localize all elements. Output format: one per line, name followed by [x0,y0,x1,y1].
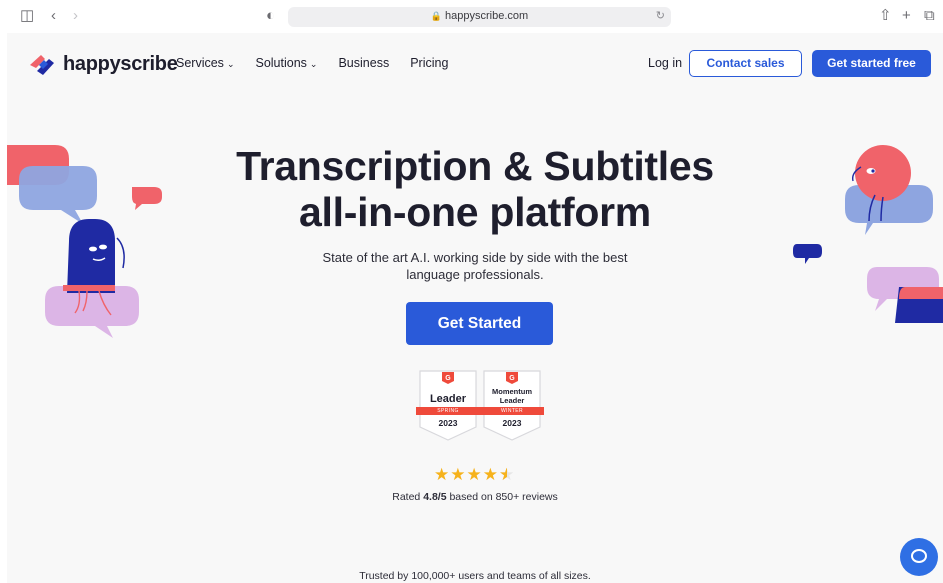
badge-shield-icon: G [483,370,541,441]
brand-logo[interactable]: happyscribe [27,50,178,78]
nav-solutions-label: Solutions [255,56,307,70]
chevron-down-icon: ⌄ [309,59,318,69]
new-tab-icon[interactable]: + [902,8,911,24]
contact-sales-button[interactable]: Contact sales [689,50,802,77]
star-icon: ★ [466,465,483,484]
privacy-shield-icon[interactable]: ◐ [266,8,275,24]
tabs-overview-icon[interactable]: ⧉ [924,8,935,24]
badge-season: SPRING [416,407,480,415]
address-url: happyscribe.com [445,10,529,22]
svg-text:G: G [509,375,515,382]
site-header: happyscribe Services ⌄ Solutions ⌄ Busines… [7,33,943,93]
lock-icon: 🔒 [430,11,443,21]
rating-prefix: Rated [392,491,424,503]
badge-year: 2023 [502,418,522,428]
chevron-down-icon: ⌄ [226,59,235,69]
badge-shield-icon: G [419,370,477,441]
main-nav: Services ⌄ Solutions ⌄ Business Pricing [176,56,469,70]
nav-pricing[interactable]: Pricing [410,56,448,70]
badge-year: 2023 [438,418,458,428]
trusted-by-text: Trusted by 100,000+ users and teams of a… [359,570,591,582]
happyscribe-logo-icon [30,55,54,75]
nav-services[interactable]: Services ⌄ [176,56,234,70]
rating-suffix: based on 850+ reviews [446,491,558,503]
hero-title-line2: all-in-one platform [299,189,651,235]
half-star-icon: ★★ [499,465,516,484]
hero-title: Transcription & Subtitles all-in-one pla… [7,143,943,235]
translate-reload-icon[interactable]: ↻ [656,9,665,22]
back-icon[interactable]: ‹ [51,8,56,24]
g2-badge-momentum-leader: G Momentum Leader WINTER 2023 [480,370,544,441]
badge-title: Momentum Leader [492,387,532,405]
get-started-button[interactable]: Get Started [406,302,553,345]
badge-title: Leader [429,393,467,405]
svg-text:G: G [445,375,451,382]
address-bar[interactable]: 🔒 happyscribe.com ↻ [288,7,671,27]
login-link[interactable]: Log in [648,56,682,70]
rating-stars: ★★★★★★ [434,465,515,485]
forward-icon[interactable]: › [73,8,78,24]
brand-name: happyscribe [63,52,178,75]
hero-subtitle: State of the art A.I. working side by si… [322,250,628,282]
get-started-free-button[interactable]: Get started free [812,50,931,77]
browser-toolbar: ◫ ‹ › ◐ 🔒 happyscribe.com ↻ ⇧ + ⧉ [0,0,943,33]
webpage: happyscribe Services ⌄ Solutions ⌄ Busines… [7,33,943,583]
badge-season: WINTER [480,407,544,415]
rating-score: 4.8/5 [423,491,447,503]
chat-bubble-icon [911,549,927,563]
nav-business[interactable]: Business [338,56,389,70]
share-icon[interactable]: ⇧ [879,8,892,24]
star-icon: ★ [450,465,467,484]
star-icon: ★ [482,465,499,484]
nav-solutions[interactable]: Solutions ⌄ [255,56,317,70]
hero-title-line1: Transcription & Subtitles [236,143,714,189]
sidebar-toggle-icon[interactable]: ◫ [20,8,34,24]
g2-badge-leader: G Leader SPRING 2023 [416,370,480,441]
support-chat-button[interactable] [900,538,938,576]
star-icon: ★ [434,465,451,484]
rating-text: Rated 4.8/5 based on 850+ reviews [7,491,943,503]
nav-services-label: Services [176,56,224,70]
